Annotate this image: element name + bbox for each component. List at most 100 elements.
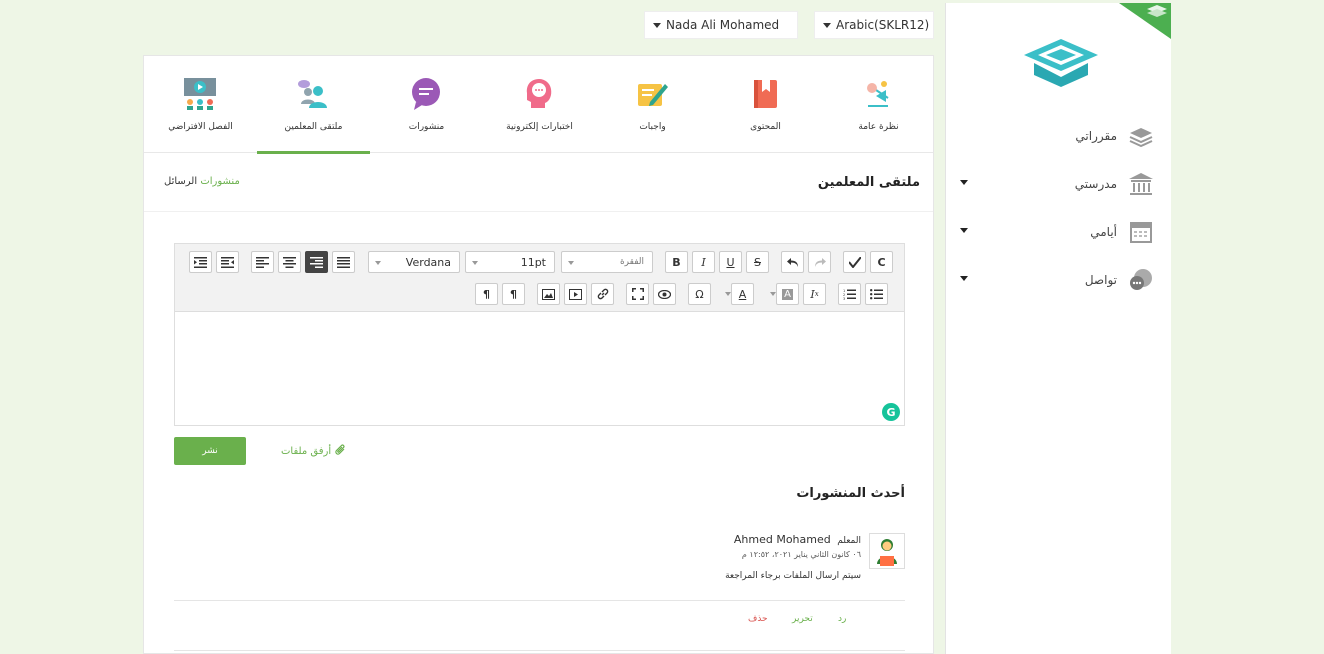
tab-label: نظرة عامة [858, 122, 899, 132]
indent-button[interactable] [189, 251, 212, 273]
avatar [869, 533, 905, 569]
sidebar-item-label: تواصل [1084, 273, 1117, 287]
reply-link[interactable]: رد [838, 614, 846, 624]
post-author-role: المعلم [837, 536, 861, 546]
post-item: Ahmed Mohamed المعلم ٠٦ كانون الثاني ينا… [174, 526, 905, 651]
tab-label: واجبات [639, 122, 666, 132]
chevron-down-icon [769, 292, 776, 296]
insert-image-button[interactable] [537, 283, 560, 305]
svg-text:3: 3 [843, 297, 845, 300]
insert-media-button[interactable] [564, 283, 587, 305]
divider [174, 600, 905, 601]
background-color-button[interactable]: A [776, 283, 799, 305]
virtual-class-icon [184, 78, 216, 110]
bullet-list-icon [870, 288, 883, 299]
ltr-direction-button[interactable]: ¶ [502, 283, 525, 305]
preview-button[interactable] [653, 283, 676, 305]
school-building-icon [1127, 170, 1155, 198]
sidebar-item-my-courses[interactable]: مقرراتي [950, 120, 1155, 152]
teacher-avatar-icon [877, 539, 897, 566]
redo-button[interactable] [808, 251, 831, 273]
outdent-button[interactable] [216, 251, 239, 273]
delete-link[interactable]: حذف [748, 614, 768, 624]
chevron-down-icon [568, 261, 574, 265]
chevron-down-icon [472, 261, 478, 265]
language-selector[interactable]: Arabic(SKLR12) [814, 11, 934, 39]
font-family-select[interactable]: Verdana [368, 251, 460, 273]
chevron-down-icon [724, 292, 731, 296]
text-color-dropdown[interactable] [723, 283, 732, 305]
paragraph-format-select[interactable]: الفقرة [561, 251, 653, 273]
user-name: Nada Ali Mohamed [666, 18, 780, 32]
image-icon [542, 288, 555, 300]
editor-text-area[interactable]: G [175, 313, 904, 425]
corner-badge-icon [1119, 3, 1171, 39]
redo-icon [814, 257, 826, 267]
eye-icon [658, 289, 671, 299]
bg-color-dropdown[interactable] [768, 283, 777, 305]
align-center-button[interactable] [278, 251, 301, 273]
grammarly-icon[interactable]: G [882, 403, 900, 421]
divider [174, 650, 905, 651]
chat-bubbles-icon [1127, 266, 1155, 294]
italic-button[interactable]: I [692, 251, 715, 273]
font-size-select[interactable]: 11pt [465, 251, 555, 273]
crumb-posts-link[interactable]: منشورات [200, 176, 239, 187]
sidebar-item-my-days[interactable]: أيامي [950, 216, 1155, 248]
text-color-button[interactable]: A [731, 283, 754, 305]
tab-virtual-class[interactable]: الفصل الافتراضي [144, 56, 257, 153]
books-stack-icon [1127, 122, 1155, 150]
align-right-icon [310, 256, 323, 268]
fullscreen-button[interactable] [626, 283, 649, 305]
teachers-forum-icon [298, 80, 327, 108]
section-header: ملتقى المعلمين منشورات الرسائل [144, 154, 933, 212]
post-author-name[interactable]: Ahmed Mohamed [734, 533, 831, 546]
attach-files-link[interactable]: أرفق ملفات [281, 444, 346, 459]
tab-teachers-forum[interactable]: ملتقى المعلمين [257, 56, 370, 154]
special-char-button[interactable]: Ω [688, 283, 711, 305]
attach-files-label: أرفق ملفات [281, 446, 332, 457]
caret-down-icon [960, 180, 968, 185]
numbered-list-button[interactable]: 123 [838, 283, 861, 305]
align-justify-icon [337, 256, 350, 268]
bold-button[interactable]: B [665, 251, 688, 273]
align-right-button[interactable] [305, 251, 328, 273]
breadcrumb: منشورات الرسائل [158, 176, 240, 187]
align-left-icon [256, 256, 269, 268]
tab-overview[interactable]: نظرة عامة [822, 56, 935, 153]
align-justify-button[interactable] [332, 251, 355, 273]
strikethrough-button[interactable]: S [746, 251, 769, 273]
rtl-direction-button[interactable]: ¶ [475, 283, 498, 305]
sidebar-item-my-school[interactable]: مدرستي [950, 168, 1155, 200]
align-left-button[interactable] [251, 251, 274, 273]
user-selector[interactable]: Nada Ali Mohamed [644, 11, 798, 39]
crumb-messages-link[interactable]: الرسائل [164, 176, 197, 187]
tab-label: ملتقى المعلمين [284, 122, 343, 132]
insert-link-button[interactable] [591, 283, 614, 305]
clear-button[interactable]: C [870, 251, 893, 273]
logo [1024, 39, 1098, 87]
indent-icon [194, 256, 207, 268]
tab-e-exams[interactable]: اختبارات إلكترونية [483, 56, 596, 153]
main-panel: نظرة عامة المحتوى واجبات اختبارات إلكترو… [143, 55, 934, 654]
font-size-value: 11pt [520, 256, 546, 269]
align-center-icon [283, 256, 296, 268]
tab-homework[interactable]: واجبات [596, 56, 709, 153]
spellcheck-button[interactable] [843, 251, 866, 273]
edit-link[interactable]: تحرير [792, 614, 813, 624]
tab-label: المحتوى [750, 122, 781, 132]
link-icon [597, 288, 608, 300]
publish-button[interactable]: نشر [174, 437, 246, 465]
undo-button[interactable] [781, 251, 804, 273]
page-title: ملتقى المعلمين [817, 175, 920, 190]
bullet-list-button[interactable] [865, 283, 888, 305]
numbered-list-icon: 123 [843, 289, 856, 300]
underline-button[interactable]: U [719, 251, 742, 273]
chevron-down-icon [375, 261, 381, 265]
tab-content[interactable]: المحتوى [709, 56, 822, 153]
tab-label: الفصل الافتراضي [168, 122, 233, 132]
checkmark-icon [848, 256, 861, 268]
tab-posts[interactable]: منشورات [370, 56, 483, 153]
remove-format-button[interactable]: Ix [803, 283, 826, 305]
sidebar-item-communicate[interactable]: تواصل [950, 264, 1155, 296]
